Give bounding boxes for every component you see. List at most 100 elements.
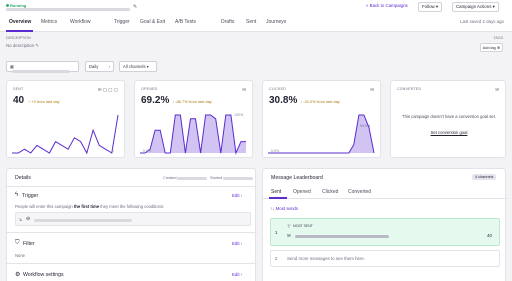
tab-sent[interactable]: Sent: [246, 19, 256, 25]
tab-metrics[interactable]: Metrics: [41, 19, 57, 25]
card-pct-bottom: 0.0%: [271, 149, 280, 153]
follow-button[interactable]: Follow ▾: [418, 2, 443, 12]
no-goal-message: This campaign doesn't have a conversion …: [402, 114, 496, 119]
campaign-actions-button[interactable]: Campaign Actions ▾: [452, 2, 499, 12]
most-sent-badge: MOST SENT: [293, 224, 313, 228]
card-delta: ↓ -20.0% from last day: [300, 99, 340, 104]
started-date: [223, 177, 253, 180]
edit-name-icon[interactable]: ✎: [133, 4, 137, 10]
opened-sparkline: [140, 114, 246, 155]
trigger-description: People will enter this campaign the firs…: [15, 204, 165, 209]
tab-drafts[interactable]: Drafts: [221, 19, 234, 25]
message-name: [295, 235, 389, 238]
divider: [263, 198, 507, 199]
created-label: Created: [163, 176, 177, 180]
leaderboard-tab-converted[interactable]: Converted: [348, 189, 371, 195]
sort-most-sends[interactable]: ↑↓ Most sends: [270, 206, 298, 211]
row-rank: 1: [275, 230, 278, 235]
condition-indent-icon: ↳: [19, 217, 23, 222]
chevron-down-icon: ▾: [146, 64, 149, 69]
leaderboard-tab-opened[interactable]: Opened: [293, 189, 311, 195]
clicked-sparkline: [268, 114, 375, 154]
card-value: 69.2%: [141, 95, 170, 106]
sent-card[interactable]: SENT ✉ ▢ ▢ ▢ 40 ↑ +3 from last day 0: [6, 80, 125, 158]
opened-card[interactable]: OPENED ✉ 69.2% ↓ -86.7% from last day 10…: [134, 80, 253, 158]
sparkline-line: [12, 114, 119, 155]
started-label: Started: [210, 176, 223, 180]
sparkline-area: [140, 115, 246, 153]
gear-icon: ⚙: [15, 272, 21, 278]
period-value: Daily: [89, 64, 99, 69]
leaderboard-title: Message Leaderboard: [271, 175, 323, 181]
filter-value: None: [15, 253, 26, 258]
channel-icons: ✉ ▢ ▢ ▢: [97, 87, 118, 92]
active-tab-indicator: [6, 30, 33, 32]
last-saved-text: Last saved 2 days ago: [460, 19, 504, 24]
email-icon: ✉: [370, 87, 374, 92]
card-label: OPENED: [141, 87, 158, 91]
tab-trigger[interactable]: Trigger: [114, 19, 130, 25]
channels-badge[interactable]: 4 channels: [472, 174, 497, 180]
tab-overview[interactable]: Overview: [9, 19, 31, 25]
trigger-edit-link[interactable]: Edit ›: [232, 193, 242, 198]
card-value: 30.8%: [269, 95, 298, 106]
calendar-icon: ▦: [10, 64, 14, 69]
add-tag-button[interactable]: Add tag ⊕: [479, 43, 503, 52]
workflow-edit-link[interactable]: Edit ›: [232, 272, 242, 277]
created-date: [177, 177, 207, 180]
chevron-down-icon: ›: [108, 64, 110, 69]
back-to-campaigns-link[interactable]: « Back to Campaigns: [366, 3, 408, 8]
tags-label: TAGS: [493, 36, 503, 40]
card-label: SENT: [13, 87, 24, 91]
card-value: 40: [13, 95, 25, 106]
clicked-card[interactable]: CLICKED ✉ 30.8% ↓ -20.0% from last day 5…: [262, 80, 381, 158]
leaderboard-row-2: 2 Send more messages to see them here.: [270, 250, 500, 267]
divider: [7, 186, 257, 187]
channel-select[interactable]: All channels ▾: [119, 61, 157, 72]
trigger-title: Trigger: [22, 193, 39, 199]
divider: [7, 232, 257, 233]
segment-icon: ⊖: [26, 216, 31, 222]
filter-icon: ⛉: [15, 240, 20, 246]
card-pct-bottom: 0: [112, 149, 114, 153]
description-value[interactable]: No description ✎: [6, 43, 39, 49]
card-delta: ↑ +3 from last day: [28, 99, 60, 104]
channel-value: All channels: [123, 64, 146, 69]
tab-goal-exit[interactable]: Goal & Exit: [140, 19, 165, 25]
email-icon: ✉: [495, 87, 499, 92]
converted-card[interactable]: CONVERTED ✉ This campaign doesn't have a…: [390, 80, 506, 158]
sent-sparkline: [12, 114, 119, 155]
leaderboard-tab-clicked[interactable]: Clicked: [322, 189, 338, 195]
row-rank: 2: [275, 256, 278, 261]
card-label: CONVERTED: [397, 87, 422, 91]
card-delta: ↓ -86.7% from last day: [172, 99, 212, 104]
filter-edit-link[interactable]: Edit ›: [232, 241, 242, 246]
card-label: CLICKED: [269, 87, 286, 91]
card-pct-bottom: 0.0%: [143, 149, 152, 153]
tab-ab-tests[interactable]: A/B Tests: [175, 19, 196, 25]
condition-text: [34, 219, 132, 222]
tab-journeys[interactable]: Journeys: [266, 19, 286, 25]
tab-bar: Overview Metrics Workflow Trigger Goal &…: [0, 13, 512, 32]
workflow-settings-title: Workflow settings: [23, 272, 64, 278]
period-select[interactable]: Daily ›: [85, 61, 114, 72]
date-range-select[interactable]: ▦: [6, 61, 79, 73]
details-panel: Details Created Started ϟ Trigger Edit ›…: [6, 168, 257, 281]
date-range-value: [12, 70, 70, 73]
leaderboard-tab-sent[interactable]: Sent: [271, 189, 281, 195]
leaderboard-row-1[interactable]: 1 ⊤ MOST SENT ✉ 40: [270, 218, 500, 246]
details-title: Details: [15, 175, 31, 181]
campaign-name: [6, 8, 130, 11]
divider: [7, 263, 257, 264]
trophy-icon: ⊤: [287, 224, 291, 229]
lightning-icon: ϟ: [15, 192, 19, 198]
email-icon: ✉: [287, 233, 291, 238]
row-value: 40: [487, 233, 492, 238]
email-icon: ✉: [242, 87, 246, 92]
trigger-condition[interactable]: ↳ ⊖: [15, 212, 251, 226]
tab-workflow[interactable]: Workflow: [70, 19, 90, 25]
active-tab-indicator: [269, 197, 287, 199]
set-conversion-goal-link[interactable]: Set conversion goal: [397, 130, 501, 135]
filter-title: Filter: [23, 241, 35, 247]
description-label: DESCRIPTION: [6, 36, 31, 40]
